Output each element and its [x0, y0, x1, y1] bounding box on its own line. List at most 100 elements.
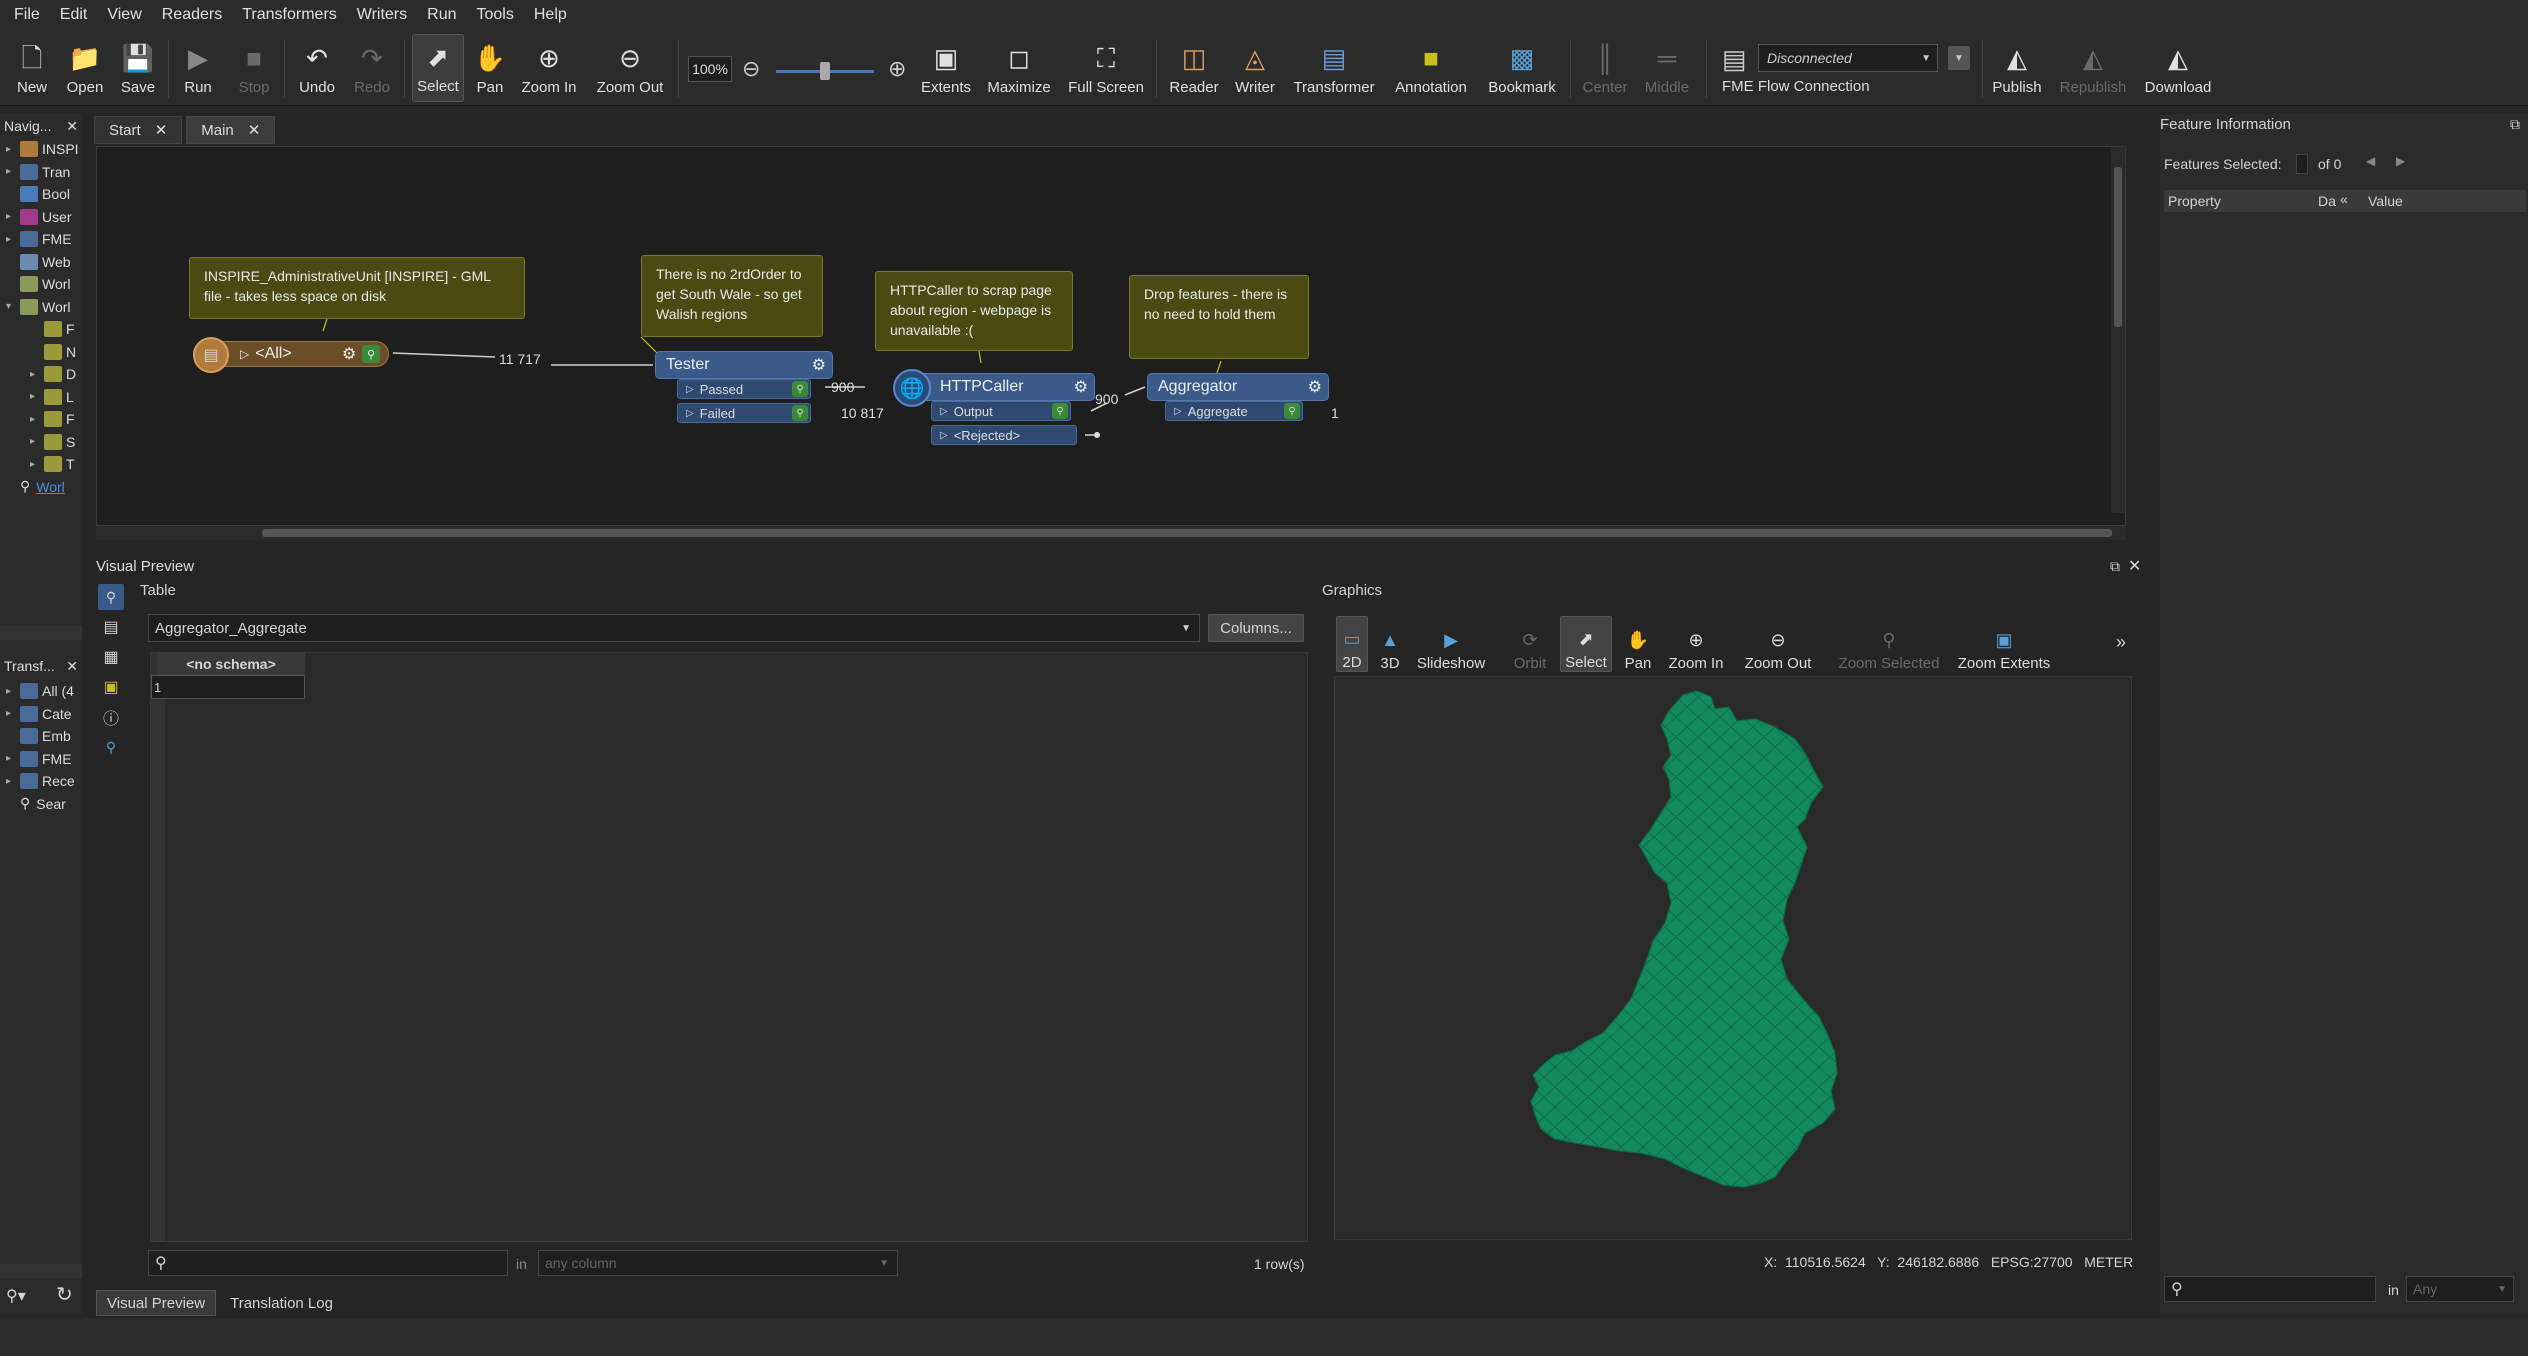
gear-icon[interactable]: ⚙ [1074, 377, 1088, 397]
grid-icon[interactable]: ▦ [98, 644, 124, 670]
annotation-reader[interactable]: INSPIRE_AdministrativeUnit [INSPIRE] - G… [189, 257, 525, 319]
feature-search-input[interactable]: ⚲ [2164, 1276, 2376, 1302]
navigator-scrollbar[interactable] [0, 626, 82, 640]
tester-transformer[interactable]: Tester ⚙ [655, 351, 833, 379]
table-row[interactable]: 1 [151, 675, 305, 699]
connection-options-button[interactable]: ▼ [1948, 46, 1970, 70]
menu-run[interactable]: Run [417, 6, 466, 24]
add-annotation-button[interactable]: ■ Annotation [1390, 34, 1472, 102]
menu-file[interactable]: File [4, 6, 50, 24]
view-2d-button[interactable]: ▭ 2D [1336, 616, 1368, 672]
graphics-pan-button[interactable]: ✋ Pan [1624, 616, 1652, 672]
tab-start[interactable]: Start ✕ [94, 116, 183, 144]
close-icon[interactable]: ✕ [248, 121, 261, 139]
refresh-icon[interactable]: ↻ [56, 1282, 73, 1307]
add-transformer-button[interactable]: ▤ Transformer [1292, 34, 1376, 102]
nav-item[interactable]: ▸ F [0, 408, 82, 431]
nav-item[interactable]: ▸ INSPI [0, 138, 82, 161]
gallery-scrollbar[interactable] [0, 1264, 82, 1278]
select-tool-icon[interactable]: ⚲ [98, 584, 124, 610]
tester-passed-port[interactable]: ▷ Passed ⚲ [677, 379, 811, 399]
info-icon[interactable]: ⓘ [98, 704, 124, 730]
nav-item[interactable]: ▸ L [0, 386, 82, 409]
nav-search-item[interactable]: ⚲ Worl [0, 476, 82, 499]
gear-icon[interactable]: ⚙ [1308, 377, 1322, 397]
zoom-slider-handle[interactable] [820, 62, 830, 80]
da-column-header[interactable]: Da [2318, 193, 2336, 209]
annotation-httpcaller[interactable]: HTTPCaller to scrap page about region - … [875, 271, 1073, 351]
column-filter-dropdown[interactable]: any column ▼ [538, 1250, 898, 1276]
zoom-minus-icon[interactable]: ⊖ [742, 56, 760, 82]
inspect-icon[interactable]: ⚲ [98, 734, 124, 760]
menu-edit[interactable]: Edit [50, 6, 98, 24]
stop-button[interactable]: ■ Stop [234, 34, 274, 102]
graphics-close-icon[interactable]: ✕ [2128, 556, 2141, 576]
table-view-icon[interactable]: ▤ [98, 614, 124, 640]
nav-item[interactable]: ▸ S [0, 431, 82, 454]
menu-help[interactable]: Help [524, 6, 577, 24]
select-tool-button[interactable]: ⬈ Select [412, 34, 464, 102]
more-tools-icon[interactable]: » [2116, 632, 2126, 653]
close-icon[interactable]: ✕ [66, 118, 78, 135]
republish-button[interactable]: ◭ Republish [2056, 34, 2130, 102]
property-column-header[interactable]: Property [2168, 193, 2221, 209]
gallery-item[interactable]: Emb [0, 725, 82, 748]
nav-item[interactable]: N [0, 341, 82, 364]
gallery-item[interactable]: ▸ All (4 [0, 680, 82, 703]
nav-item[interactable]: Bool [0, 183, 82, 206]
graphics-zoom-out-button[interactable]: ⊖ Zoom Out [1744, 616, 1812, 672]
orbit-button[interactable]: ⟳ Orbit [1510, 616, 1550, 672]
canvas-vertical-scrollbar[interactable] [2111, 147, 2125, 513]
gear-icon[interactable]: ⚙ [342, 344, 356, 364]
previous-feature-icon[interactable]: ◀ [2366, 154, 2375, 168]
nav-item[interactable]: Worl [0, 273, 82, 296]
canvas-horizontal-scrollbar[interactable] [96, 526, 2126, 540]
zoom-level-field[interactable]: 100% [688, 56, 732, 82]
connection-dropdown[interactable]: Disconnected ▼ [1758, 44, 1938, 72]
zoom-in-button[interactable]: ⊕ Zoom In [518, 34, 580, 102]
zoom-extents-button[interactable]: ▣ Zoom Extents [1958, 616, 2051, 672]
menu-tools[interactable]: Tools [467, 6, 524, 24]
nav-item[interactable]: F [0, 318, 82, 341]
next-feature-icon[interactable]: ▶ [2396, 154, 2405, 168]
close-icon[interactable]: ✕ [155, 121, 168, 139]
tab-visual-preview[interactable]: Visual Preview [96, 1290, 217, 1316]
inspect-icon[interactable]: ⚲ [792, 405, 808, 421]
aggregator-aggregate-port[interactable]: ▷ Aggregate ⚲ [1165, 401, 1303, 421]
nav-item[interactable]: ▾ Worl [0, 296, 82, 319]
download-button[interactable]: ◭ Download [2142, 34, 2214, 102]
gallery-item[interactable]: ▸ Rece [0, 770, 82, 793]
run-button[interactable]: ▶ Run [176, 34, 220, 102]
aggregator-transformer[interactable]: Aggregator ⚙ [1147, 373, 1329, 401]
add-writer-button[interactable]: ◬ Writer [1230, 34, 1280, 102]
nav-item[interactable]: ▸ User [0, 206, 82, 229]
menu-view[interactable]: View [97, 6, 151, 24]
inspect-icon[interactable]: ⚲ [1052, 403, 1068, 419]
full-screen-button[interactable]: ⛶ Full Screen [1068, 34, 1144, 102]
tester-failed-port[interactable]: ▷ Failed ⚲ [677, 403, 811, 423]
zoom-out-button[interactable]: ⊖ Zoom Out [594, 34, 666, 102]
inspect-icon[interactable]: ⚲ [362, 345, 380, 363]
features-selected-field[interactable] [2296, 154, 2308, 174]
gallery-search-icon[interactable]: ⚲▾ [6, 1286, 26, 1306]
columns-button[interactable]: Columns... [1208, 614, 1304, 642]
menu-transformers[interactable]: Transformers [232, 6, 347, 24]
collapse-columns-icon[interactable]: « [2340, 191, 2348, 207]
maximize-button[interactable]: ◻ Maximize [984, 34, 1054, 102]
inspect-icon[interactable]: ⚲ [1284, 403, 1300, 419]
nav-item[interactable]: ▸ FME [0, 228, 82, 251]
zoom-plus-icon[interactable]: ⊕ [888, 56, 906, 82]
center-button[interactable]: ║ Center [1580, 34, 1630, 102]
httpcaller-transformer[interactable]: HTTPCaller ⚙ [913, 373, 1095, 401]
zoom-slider[interactable] [776, 62, 874, 80]
add-bookmark-button[interactable]: ▩ Bookmark [1486, 34, 1558, 102]
graphics-select-button[interactable]: ⬈ Select [1560, 616, 1612, 672]
tab-translation-log[interactable]: Translation Log [216, 1290, 347, 1316]
view-3d-button[interactable]: ▲ 3D [1376, 616, 1404, 672]
open-button[interactable]: 📁 Open [62, 34, 108, 102]
map-view[interactable] [1334, 676, 2132, 1240]
nav-item[interactable]: ▸ T [0, 453, 82, 476]
dataset-dropdown[interactable]: Aggregator_Aggregate ▼ [148, 614, 1200, 642]
save-button[interactable]: 💾 Save [118, 34, 158, 102]
graphics-zoom-in-button[interactable]: ⊕ Zoom In [1666, 616, 1726, 672]
